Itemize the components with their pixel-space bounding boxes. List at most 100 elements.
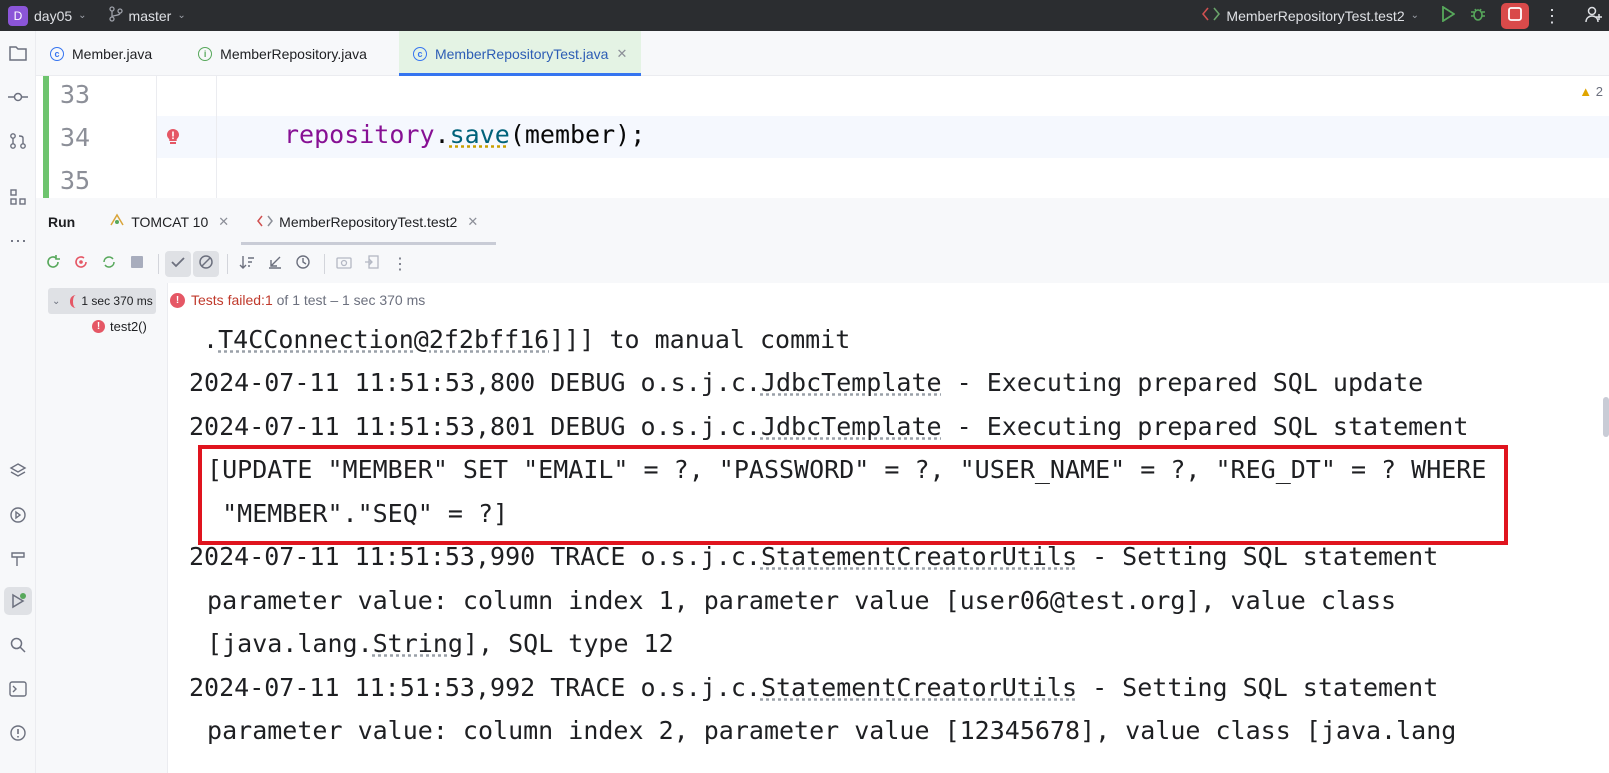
warnings-indicator[interactable]: ▲ 2 — [1579, 84, 1603, 99]
change-marker — [43, 76, 49, 198]
rerun-button[interactable] — [40, 251, 66, 277]
tab-member-repository-test-java[interactable]: c MemberRepositoryTest.java ✕ — [398, 31, 642, 76]
layers-icon[interactable] — [4, 457, 32, 485]
sort-icon — [239, 254, 255, 275]
interface-icon: i — [198, 46, 213, 61]
console-line: 2024-07-11 11:51:53,801 DEBUG o.s.j.c.Jd… — [189, 412, 1468, 441]
test-name: test2() — [110, 319, 147, 334]
close-icon[interactable]: ✕ — [616, 46, 627, 62]
build-hammer-icon[interactable] — [4, 545, 32, 573]
rerun-failed-button[interactable] — [68, 251, 94, 277]
structure-icon[interactable] — [4, 183, 32, 211]
chevron-down-icon[interactable]: ⌄ — [52, 296, 60, 307]
sort-button[interactable] — [234, 251, 260, 277]
project-badge[interactable]: D — [8, 5, 28, 26]
code-rest: (member); — [509, 120, 646, 149]
stop-icon — [1508, 7, 1522, 24]
status-suffix: of 1 test – 1 sec 370 ms — [272, 292, 426, 308]
history-button[interactable] — [290, 251, 316, 277]
code-dot: . — [434, 120, 450, 149]
tab-tomcat[interactable]: TOMCAT 10 ✕ — [109, 198, 229, 245]
run-toolbar: ⋮ — [36, 245, 1609, 283]
autotest-icon — [101, 254, 117, 275]
branch-name: master — [128, 7, 172, 24]
close-icon[interactable]: ✕ — [467, 214, 478, 230]
run-config-selector[interactable]: MemberRepositoryTest.test2 ⌄ — [1202, 7, 1419, 24]
branch-selector[interactable]: master ⌄ — [108, 6, 186, 25]
console-text: ], SQL type 12 — [462, 629, 674, 658]
show-ignored-button[interactable] — [193, 251, 219, 277]
toggle-autotest-button[interactable] — [96, 251, 122, 277]
show-passed-button[interactable] — [165, 251, 191, 277]
run-panel-header: Run TOMCAT 10 ✕ MemberRepositoryTest.tes… — [36, 198, 1609, 245]
failed-count: 1 — [264, 292, 273, 308]
tab-label: MemberRepositoryTest.java — [434, 45, 609, 62]
play-icon — [1441, 5, 1456, 25]
console-link[interactable]: JdbcTemplate — [761, 412, 942, 441]
more-horizontal-icon[interactable]: ⋯ — [4, 227, 32, 255]
camera-icon — [336, 254, 352, 275]
stop-button[interactable] — [124, 251, 150, 277]
tab-member-repository-java[interactable]: i MemberRepository.java — [184, 31, 381, 76]
code-editor[interactable]: 33 34 35 repository.save(member); ▲ 2 — [36, 76, 1609, 198]
search-icon[interactable] — [4, 631, 32, 659]
collapse-button[interactable] — [262, 251, 288, 277]
toolbar-separator — [158, 254, 159, 274]
more-options-button[interactable]: ⋮ — [1537, 0, 1567, 31]
console-line: 2024-07-11 11:51:53,990 TRACE o.s.j.c.St… — [189, 542, 1438, 571]
pull-request-icon[interactable] — [4, 127, 32, 155]
clock-icon — [295, 254, 311, 275]
more-options-button[interactable]: ⋮ — [387, 251, 413, 277]
status-prefix: Tests failed: — [191, 292, 265, 308]
chevron-down-icon: ⌄ — [177, 10, 186, 21]
project-folder-icon[interactable] — [4, 39, 32, 67]
console-scrollbar[interactable] — [1603, 397, 1609, 437]
tomcat-icon — [109, 213, 125, 230]
left-tool-strip: ⋯ — [0, 31, 36, 773]
screenshot-button[interactable] — [331, 251, 357, 277]
console-link[interactable]: T4CConnection@2f2bff16 — [218, 325, 549, 354]
console-text: - Setting SQL statement — [1077, 673, 1439, 702]
close-icon[interactable]: ✕ — [218, 214, 229, 230]
tab-member-repository-test2[interactable]: MemberRepositoryTest.test2 ✕ — [241, 198, 497, 245]
stop-button[interactable] — [1501, 2, 1529, 29]
project-name[interactable]: day05 — [34, 8, 72, 24]
import-button[interactable] — [359, 251, 385, 277]
debug-button[interactable] — [1463, 0, 1493, 31]
test-tree-item[interactable]: ! test2() — [92, 319, 147, 334]
console-text: [java.lang. — [192, 629, 373, 658]
console-text: ]]] to manual commit — [549, 325, 851, 354]
rerun-failed-icon — [73, 254, 89, 275]
code-method-call: save — [449, 120, 510, 149]
run-tool-icon[interactable] — [4, 587, 32, 615]
toolbar-separator — [324, 254, 325, 274]
line-number: 34 — [60, 123, 91, 152]
console-line: parameter value: column index 1, paramet… — [192, 586, 1397, 615]
test-tree-root[interactable]: ⌄ 1 sec 370 ms — [48, 288, 156, 314]
console-line: parameter value: column index 2, paramet… — [192, 716, 1457, 745]
run-button[interactable] — [1433, 0, 1463, 31]
chevron-down-icon[interactable]: ⌄ — [78, 10, 86, 21]
console-line: .T4CConnection@2f2bff16]]] to manual com… — [188, 325, 850, 354]
console-output[interactable]: .T4CConnection@2f2bff16]]] to manual com… — [168, 317, 1609, 773]
console-link[interactable]: StatementCreatorUtils — [761, 542, 1077, 571]
console-link[interactable]: StatementCreatorUtils — [761, 673, 1077, 702]
code-line-34[interactable]: repository.save(member); — [284, 120, 645, 149]
gutter-separator — [216, 76, 217, 198]
console-link[interactable]: String — [373, 629, 463, 658]
error-bulb-icon[interactable] — [166, 128, 180, 151]
test-config-icon — [1202, 7, 1221, 24]
toolbar-separator — [227, 254, 228, 274]
ignored-icon — [198, 254, 214, 275]
class-icon: c — [50, 46, 64, 61]
error-icon: ! — [170, 292, 185, 308]
tab-member-java[interactable]: c Member.java — [36, 31, 166, 76]
terminal-icon[interactable] — [4, 675, 32, 703]
services-icon[interactable] — [4, 501, 32, 529]
commit-icon[interactable] — [4, 83, 32, 111]
console-link[interactable]: JdbcTemplate — [761, 368, 942, 397]
add-user-button[interactable] — [1579, 0, 1609, 31]
highlight-annotation-box — [198, 445, 1508, 545]
problems-icon[interactable] — [4, 719, 32, 747]
console-text: 2024-07-11 11:51:53,801 DEBUG o.s.j.c. — [189, 412, 761, 441]
